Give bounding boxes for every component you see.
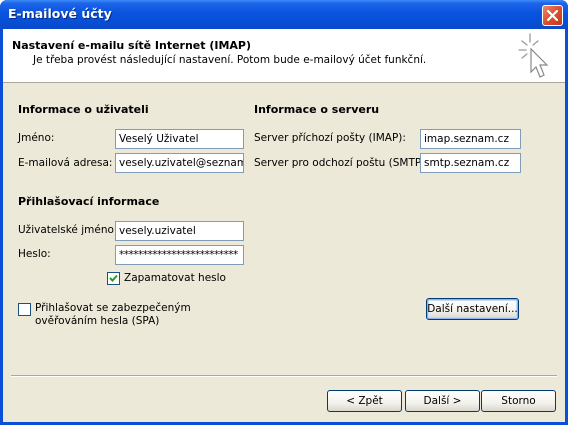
name-label: Jméno: xyxy=(18,132,55,144)
spa-label-line1[interactable]: Přihlašovat se zabezpečeným xyxy=(35,302,191,314)
wizard-header: Nastavení e-mailu sítě Internet (IMAP) J… xyxy=(3,29,565,83)
cursor-sparkle-icon xyxy=(518,33,549,78)
header-title: Nastavení e-mailu sítě Internet (IMAP) xyxy=(12,39,252,52)
close-button[interactable] xyxy=(542,5,563,26)
login-info-heading: Přihlašovací informace xyxy=(18,195,160,208)
incoming-server-label: Server příchozí pošty (IMAP): xyxy=(254,132,406,144)
close-icon xyxy=(547,10,558,21)
server-info-heading: Informace o serveru xyxy=(254,103,380,116)
back-button[interactable]: < Zpět xyxy=(327,390,402,412)
dialog-window: E-mailové účty Nastavení e-mailu sítě In… xyxy=(0,0,568,425)
remember-password-checkbox[interactable] xyxy=(107,272,120,285)
email-field[interactable]: vesely.uzivatel@seznam.cz xyxy=(115,153,244,173)
name-field[interactable]: Veselý Uživatel xyxy=(115,129,244,149)
next-button[interactable]: Další > xyxy=(405,390,480,412)
remember-password-label[interactable]: Zapamatovat heslo xyxy=(124,272,226,284)
incoming-server-field[interactable]: imap.seznam.cz xyxy=(420,129,521,149)
email-label: E-mailová adresa: xyxy=(18,157,113,169)
header-subtitle: Je třeba provést následující nastavení. … xyxy=(33,54,427,66)
spa-checkbox[interactable] xyxy=(18,303,31,316)
window-title: E-mailové účty xyxy=(8,6,112,21)
user-info-heading: Informace o uživateli xyxy=(18,103,149,116)
password-label: Heslo: xyxy=(18,248,51,260)
footer-divider xyxy=(11,375,557,377)
more-settings-button[interactable]: Další nastavení... xyxy=(426,298,519,320)
title-bar[interactable]: E-mailové účty xyxy=(0,0,568,29)
username-field[interactable]: vesely.uzivatel xyxy=(115,221,244,241)
password-field[interactable]: ************************* xyxy=(115,245,244,265)
spa-label-line2[interactable]: ověřováním hesla (SPA) xyxy=(35,315,159,327)
cancel-button[interactable]: Storno xyxy=(481,390,556,412)
checkmark-icon xyxy=(109,274,118,282)
outgoing-server-label: Server pro odchozí poštu (SMTP): xyxy=(254,157,429,169)
dialog-body: Nastavení e-mailu sítě Internet (IMAP) J… xyxy=(3,29,565,422)
username-label: Uživatelské jméno: xyxy=(18,224,118,236)
outgoing-server-field[interactable]: smtp.seznam.cz xyxy=(420,153,521,173)
